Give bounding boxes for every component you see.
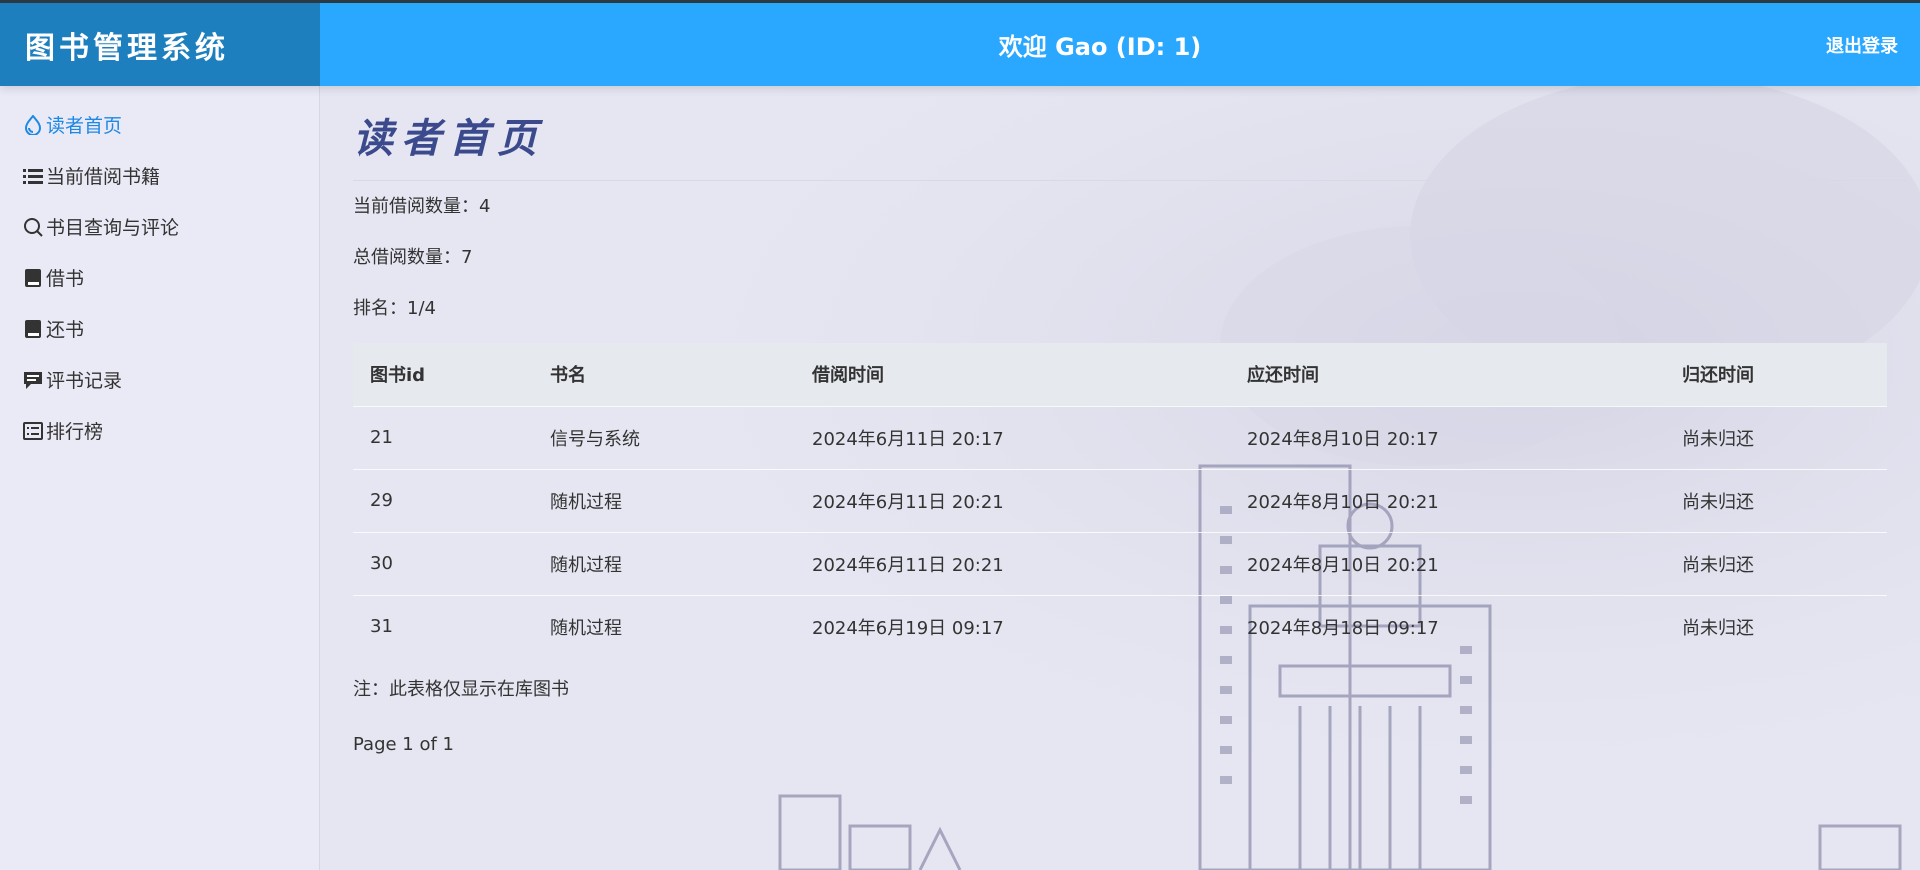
cell-due-time: 2024年8月18日 09:17 (1230, 594, 1665, 658)
cell-title: 随机过程 (533, 594, 795, 658)
logout-button[interactable]: 退出登录 (1780, 32, 1920, 58)
cell-borrow-time: 2024年6月11日 20:21 (795, 468, 1230, 532)
sidebar-item-label: 还书 (46, 319, 85, 341)
list-icon (22, 165, 44, 187)
sidebar-item-label: 排行榜 (46, 421, 104, 443)
cell-return-time: 尚未归还 (1665, 405, 1887, 469)
cell-title: 随机过程 (533, 468, 795, 532)
sidebar-item-borrow[interactable]: 借书 (0, 252, 319, 303)
cell-borrow-time: 2024年6月19日 09:17 (795, 594, 1230, 658)
list-alt-icon (22, 420, 44, 442)
table-row: 29 随机过程 2024年6月11日 20:21 2024年8月10日 20:2… (353, 468, 1887, 532)
sidebar-item-review-records[interactable]: 评书记录 (0, 354, 319, 405)
sidebar-item-label: 当前借阅书籍 (46, 166, 161, 188)
table-row: 21 信号与系统 2024年6月11日 20:17 2024年8月10日 20:… (353, 405, 1887, 469)
cell-borrow-time: 2024年6月11日 20:21 (795, 531, 1230, 595)
table-note: 注：此表格仅显示在库图书 (353, 679, 569, 700)
top-header: 图书管理系统 欢迎 Gao (ID: 1) 退出登录 (0, 3, 1920, 86)
sidebar-item-catalog-search[interactable]: 书目查询与评论 (0, 201, 319, 252)
table-row: 31 随机过程 2024年6月19日 09:17 2024年8月18日 09:1… (353, 594, 1887, 658)
welcome-text: 欢迎 Gao (ID: 1) (998, 33, 1202, 61)
cell-due-time: 2024年8月10日 20:21 (1230, 531, 1665, 595)
app-title: 图书管理系统 (0, 3, 320, 86)
sidebar-item-leaderboard[interactable]: 排行榜 (0, 405, 319, 456)
cell-due-time: 2024年8月10日 20:17 (1230, 405, 1665, 469)
droplet-icon (22, 114, 44, 136)
content-area: 读者首页 当前借阅数量：4 总借阅数量：7 排名：1/4 图书id 书名 借阅时… (353, 86, 1907, 765)
column-header-title: 书名 (550, 365, 586, 387)
rank-text: 排名：1/4 (353, 298, 436, 319)
sidebar-item-label: 借书 (46, 268, 85, 290)
book-icon (22, 318, 44, 340)
cell-borrow-time: 2024年6月11日 20:17 (795, 405, 1230, 469)
column-header-book-id: 图书id (370, 365, 426, 387)
table-header-row: 图书id 书名 借阅时间 应还时间 归还时间 (353, 343, 1887, 406)
book-icon (22, 267, 44, 289)
cell-return-time: 尚未归还 (1665, 594, 1887, 658)
sidebar-item-label: 读者首页 (46, 115, 123, 137)
column-header-borrow-time: 借阅时间 (812, 365, 884, 387)
top-border-line (0, 0, 1920, 3)
comment-icon (22, 369, 44, 391)
sidebar-item-reader-home[interactable]: 读者首页 (0, 99, 319, 150)
column-header-return-time: 归还时间 (1682, 365, 1754, 387)
cell-book-id: 31 (353, 594, 533, 658)
cell-book-id: 30 (353, 531, 533, 595)
cell-title: 随机过程 (533, 531, 795, 595)
cell-return-time: 尚未归还 (1665, 468, 1887, 532)
sidebar-item-label: 书目查询与评论 (46, 217, 180, 239)
search-icon (22, 216, 44, 238)
sidebar-item-current-borrowed[interactable]: 当前借阅书籍 (0, 150, 319, 201)
column-header-due-time: 应还时间 (1247, 365, 1319, 387)
current-borrow-count: 当前借阅数量：4 (353, 196, 491, 217)
table-row: 30 随机过程 2024年6月11日 20:21 2024年8月10日 20:2… (353, 531, 1887, 595)
sidebar-item-label: 评书记录 (46, 370, 123, 392)
cell-due-time: 2024年8月10日 20:21 (1230, 468, 1665, 532)
cell-return-time: 尚未归还 (1665, 531, 1887, 595)
sidebar: 读者首页 当前借阅书籍 书目查询与评论 借书 还书 评书记录 排行榜 (0, 86, 320, 870)
page-title: 读者首页 (353, 115, 545, 162)
borrowed-books-table: 图书id 书名 借阅时间 应还时间 归还时间 21 信号与系统 2024年6月1… (353, 343, 1887, 658)
main-content: 读者首页 当前借阅数量：4 总借阅数量：7 排名：1/4 图书id 书名 借阅时… (320, 86, 1920, 870)
pagination-text: Page 1 of 1 (353, 734, 454, 755)
cell-title: 信号与系统 (533, 405, 795, 469)
total-borrow-count: 总借阅数量：7 (353, 247, 473, 268)
cell-book-id: 21 (353, 405, 533, 469)
sidebar-item-return[interactable]: 还书 (0, 303, 319, 354)
cell-book-id: 29 (353, 468, 533, 532)
